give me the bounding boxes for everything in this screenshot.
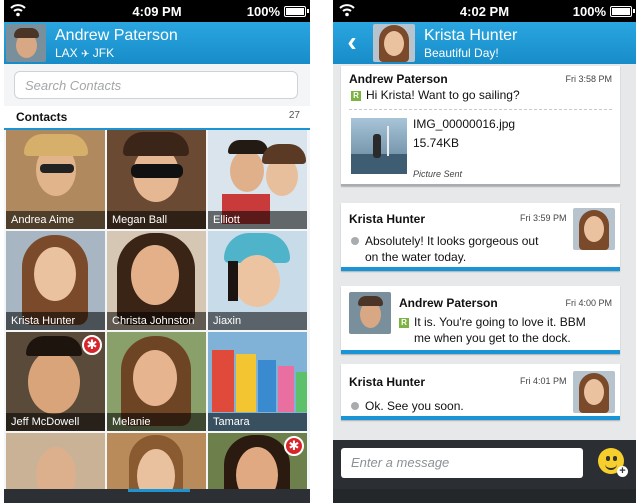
read-receipt-icon: R bbox=[351, 91, 361, 101]
message-text: R Hi Krista! Want to go sailing? bbox=[351, 87, 520, 103]
profile-name: Andrew Paterson bbox=[55, 27, 178, 44]
chat-header: ‹ Krista Hunter Beautiful Day! bbox=[333, 22, 636, 64]
contact-tile[interactable]: Krista Hunter bbox=[6, 231, 105, 330]
delivered-dot-icon bbox=[351, 402, 359, 410]
contacts-label: Contacts bbox=[16, 110, 68, 124]
attachment-thumbnail[interactable] bbox=[351, 118, 407, 174]
message-sender: Andrew Paterson bbox=[399, 296, 498, 310]
contact-tile[interactable]: Tamara bbox=[208, 332, 307, 431]
contact-tile[interactable]: Jiaxin bbox=[208, 231, 307, 330]
contact-name: Jeff McDowell bbox=[6, 413, 105, 431]
nav-tab-active-indicator[interactable] bbox=[128, 489, 190, 492]
route-from: LAX bbox=[55, 46, 78, 60]
profile-header[interactable]: Andrew Paterson LAX ✈ JFK bbox=[4, 22, 310, 64]
route-to: JFK bbox=[92, 46, 115, 60]
attachment-status: Picture Sent bbox=[413, 169, 463, 179]
divider bbox=[349, 109, 612, 110]
attachment-filename: IMG_00000016.jpg bbox=[413, 117, 516, 131]
contacts-grid: Andrea Aime Megan Ball Elliott Krista Hu… bbox=[6, 130, 308, 503]
contact-name: Elliott bbox=[208, 211, 307, 229]
contact-tile[interactable]: ✱ Jeff McDowell bbox=[6, 332, 105, 431]
message-bubble[interactable]: Andrew Paterson Fri 4:00 PM R It is. You'… bbox=[341, 286, 620, 354]
message-sender: Andrew Paterson bbox=[349, 72, 448, 86]
contact-tile[interactable]: Andrea Aime bbox=[6, 130, 105, 229]
chat-contact-status: Beautiful Day! bbox=[424, 46, 499, 60]
message-time: Fri 3:58 PM bbox=[565, 74, 612, 84]
contact-tile[interactable]: Megan Ball bbox=[107, 130, 206, 229]
notification-badge: ✱ bbox=[82, 335, 102, 355]
contact-name: Christa Johnston bbox=[107, 312, 206, 330]
message-sender: Krista Hunter bbox=[349, 212, 426, 226]
delivered-dot-icon bbox=[351, 237, 359, 245]
message-bubble[interactable]: Andrew Paterson Fri 3:58 PM R Hi Krista! … bbox=[341, 66, 620, 186]
read-receipt-icon: R bbox=[399, 318, 409, 328]
battery-icon bbox=[284, 6, 306, 17]
notification-badge: ✱ bbox=[284, 436, 304, 456]
contacts-section-header: Contacts 27 bbox=[4, 106, 310, 130]
profile-avatar[interactable] bbox=[6, 24, 46, 62]
message-text: Absolutely! It looks gorgeous out on the… bbox=[351, 233, 538, 265]
emoticon-picker-icon[interactable]: + bbox=[598, 448, 628, 477]
back-arrow-icon[interactable]: ‹ bbox=[337, 28, 367, 58]
chat-contact-name: Krista Hunter bbox=[424, 27, 518, 44]
profile-status: LAX ✈ JFK bbox=[55, 46, 114, 60]
message-input[interactable]: Enter a message bbox=[341, 448, 583, 478]
search-input[interactable]: Search Contacts bbox=[14, 71, 298, 99]
sender-avatar bbox=[573, 371, 615, 413]
contact-name: Krista Hunter bbox=[6, 312, 105, 330]
attachment-size: 15.74KB bbox=[413, 136, 460, 150]
contact-name: Megan Ball bbox=[107, 211, 206, 229]
battery-icon bbox=[610, 6, 632, 17]
status-bar: 4:09 PM 100% bbox=[4, 0, 310, 22]
message-time: Fri 4:01 PM bbox=[520, 376, 567, 386]
contacts-screen: 4:09 PM 100% Andrew Paterson LAX ✈ JFK S… bbox=[4, 0, 310, 503]
message-time: Fri 3:59 PM bbox=[520, 213, 567, 223]
chat-avatar[interactable] bbox=[373, 24, 415, 62]
message-sender: Krista Hunter bbox=[349, 375, 426, 389]
message-time: Fri 4:00 PM bbox=[565, 298, 612, 308]
bottom-nav bbox=[333, 489, 636, 503]
bottom-nav bbox=[4, 489, 310, 503]
contact-name: Tamara bbox=[208, 413, 307, 431]
status-bar: 4:02 PM 100% bbox=[333, 0, 636, 22]
message-composer: Enter a message + bbox=[333, 440, 636, 503]
contact-name: Melanie bbox=[107, 413, 206, 431]
message-text: R It is. You're going to love it. BBM me … bbox=[399, 314, 586, 346]
message-text: Ok. See you soon. bbox=[351, 398, 464, 414]
sender-avatar bbox=[573, 208, 615, 250]
contact-name: Andrea Aime bbox=[6, 211, 105, 229]
airplane-icon: ✈ bbox=[81, 49, 90, 60]
contacts-count: 27 bbox=[288, 110, 300, 121]
sender-avatar bbox=[349, 292, 391, 334]
contact-tile[interactable]: Melanie bbox=[107, 332, 206, 431]
contact-tile[interactable]: Christa Johnston bbox=[107, 231, 206, 330]
contact-tile[interactable]: Elliott bbox=[208, 130, 307, 229]
battery-percent: 100% bbox=[572, 4, 606, 19]
message-bubble[interactable]: Krista Hunter Fri 4:01 PM Ok. See you so… bbox=[341, 364, 620, 420]
message-bubble[interactable]: Krista Hunter Fri 3:59 PM Absolutely! It… bbox=[341, 203, 620, 271]
battery-percent: 100% bbox=[246, 4, 280, 19]
chat-screen: 4:02 PM 100% ‹ Krista Hunter Beautiful D… bbox=[333, 0, 636, 503]
contact-name: Jiaxin bbox=[208, 312, 307, 330]
